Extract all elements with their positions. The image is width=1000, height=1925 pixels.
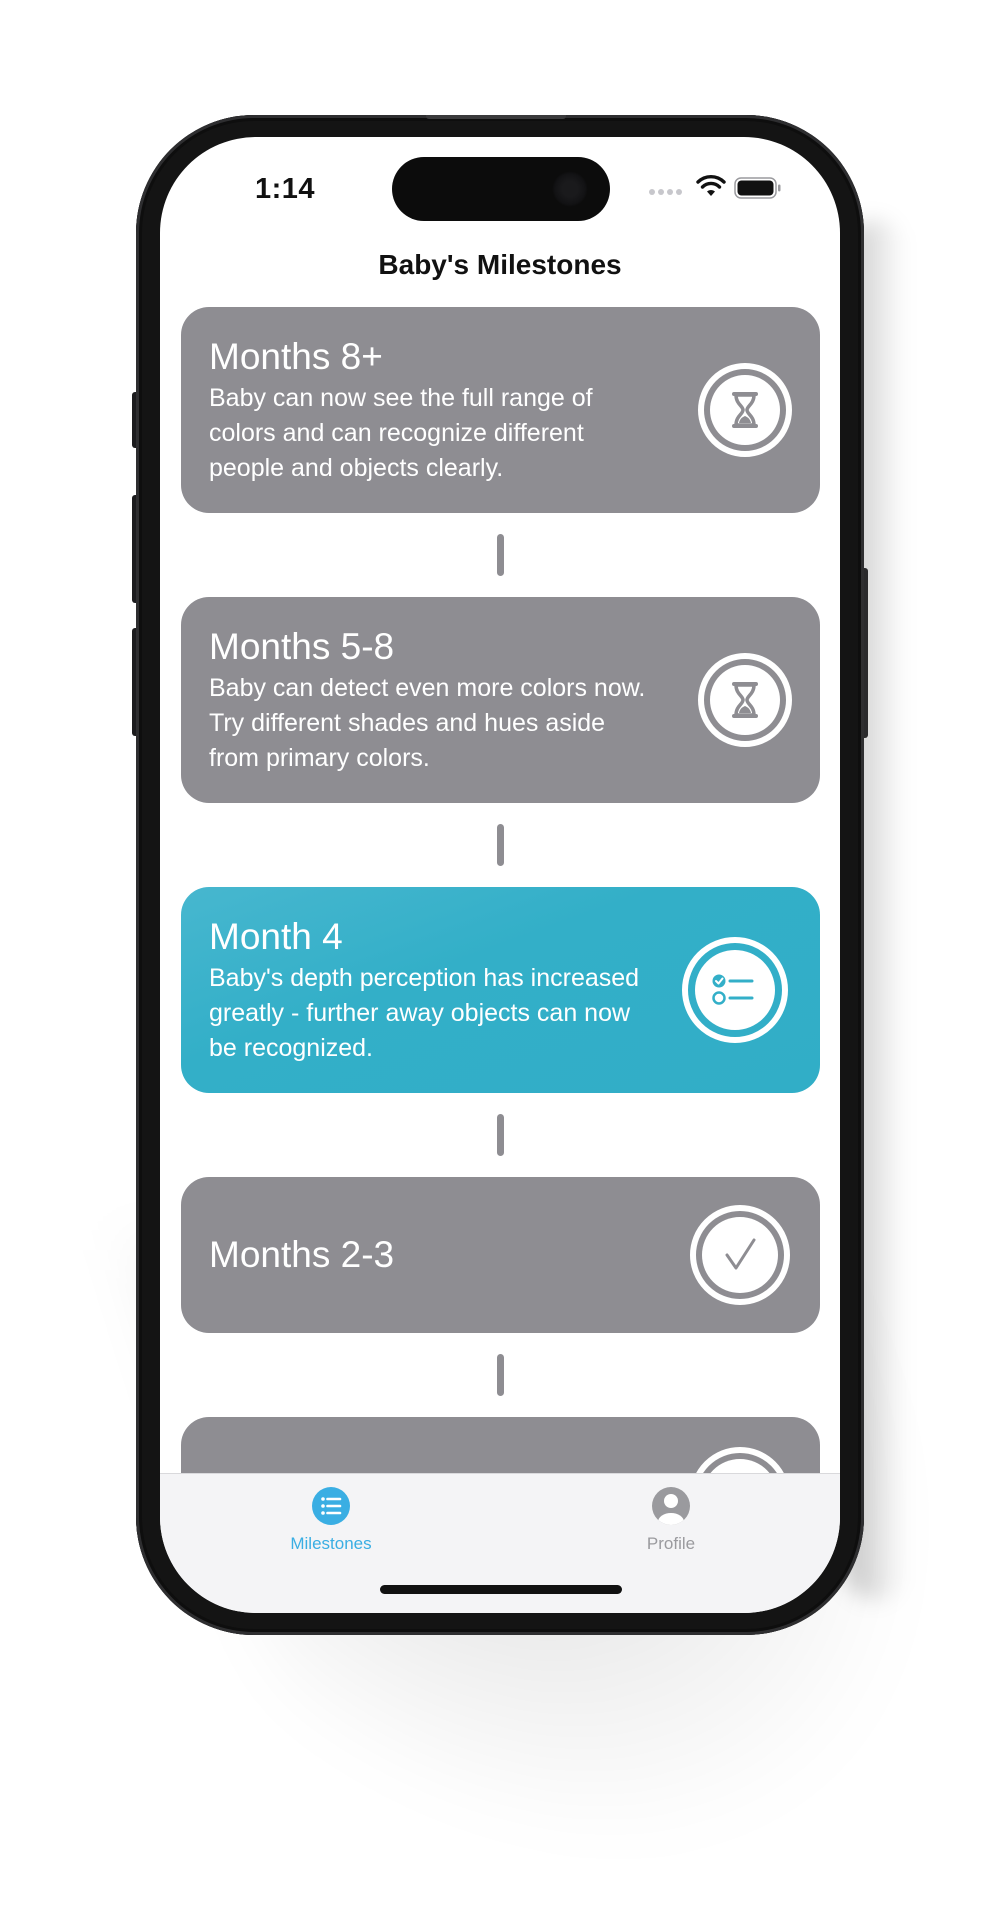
milestone-card[interactable]: Months 8+ Baby can now see the full rang… (181, 307, 820, 513)
tab-milestones[interactable]: Milestones (251, 1486, 411, 1554)
milestone-title: Months 5-8 (209, 626, 395, 667)
home-indicator[interactable] (380, 1585, 622, 1594)
tab-profile[interactable]: Profile (591, 1486, 751, 1554)
front-camera-icon (552, 171, 588, 207)
signal-dots-icon (649, 189, 682, 195)
tab-profile-label: Profile (646, 1534, 696, 1553)
milestone-status-badge (698, 363, 792, 457)
timeline-connector (497, 534, 504, 576)
status-time: 1:14 (255, 173, 316, 205)
milestone-status-badge (698, 653, 792, 747)
page-title: Baby's Milestones (378, 249, 622, 280)
checkmark-icon (725, 1238, 756, 1270)
milestone-description: Baby can detect even more colors now. Tr… (209, 674, 646, 772)
phone-frame: 1:14 Baby's Milestones Months 8+ Baby ca… (136, 115, 864, 1635)
checklist-icon (712, 974, 754, 1005)
wifi-icon (696, 175, 726, 196)
tab-milestones-label: Milestones (290, 1534, 372, 1553)
phone-screen: 1:14 Baby's Milestones Months 8+ Baby ca… (160, 137, 840, 1613)
milestone-card[interactable]: Months 2-3 (181, 1177, 820, 1333)
timeline-connector (497, 1354, 504, 1396)
tab-bar: Milestones Profile (160, 1473, 840, 1613)
milestone-card-current[interactable]: Month 4 Baby's depth perception has incr… (181, 887, 820, 1093)
person-circle-icon (652, 1487, 690, 1525)
milestone-card[interactable]: Months 5-8 Baby can detect even more col… (181, 597, 820, 803)
milestone-description: Baby can now see the full range of color… (209, 384, 593, 482)
dynamic-island (392, 157, 610, 221)
milestone-title: Months 8+ (209, 336, 383, 377)
list-bullet-icon (312, 1487, 350, 1525)
hourglass-icon (732, 392, 758, 428)
milestones-timeline[interactable]: Months 8+ Baby can now see the full rang… (181, 307, 820, 1547)
milestone-description: Baby's depth perception has increased gr… (209, 964, 640, 1062)
timeline-connector (497, 1114, 504, 1156)
stage: 1:14 Baby's Milestones Months 8+ Baby ca… (0, 0, 1000, 1925)
milestone-status-badge (690, 1205, 790, 1305)
milestone-title: Months 2-3 (209, 1234, 395, 1275)
timeline-connector (497, 824, 504, 866)
hourglass-icon (732, 682, 758, 718)
battery-icon (734, 177, 781, 199)
milestone-status-badge (682, 937, 788, 1043)
